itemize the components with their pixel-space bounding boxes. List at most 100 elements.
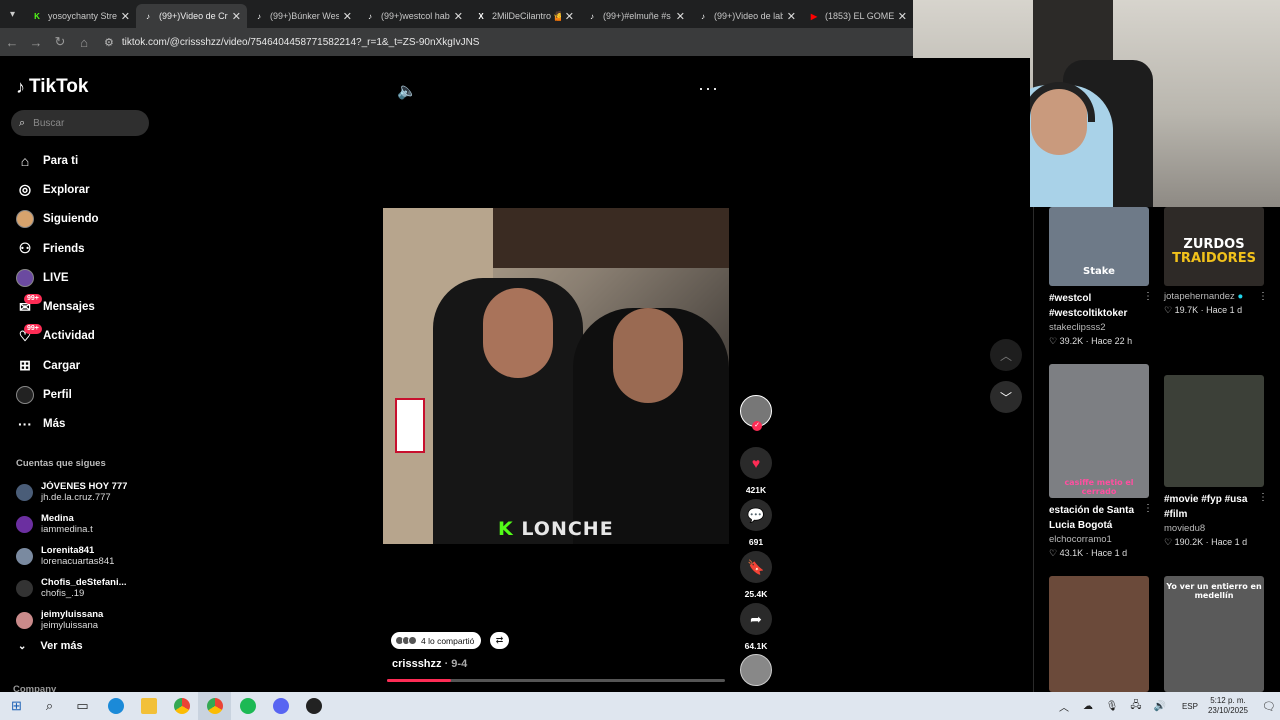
edge-icon[interactable]: [99, 692, 132, 720]
nav-item[interactable]: ✉ 99+ Mensajes: [16, 292, 156, 321]
task-view-icon[interactable]: ▭: [66, 692, 99, 720]
mic-icon[interactable]: 🎙: [1100, 701, 1124, 712]
obs-icon[interactable]: [297, 692, 330, 720]
shared-by-pill[interactable]: 4 lo compartió: [391, 632, 482, 649]
video-author[interactable]: stakeclipsss2: [1049, 321, 1157, 334]
discord-icon[interactable]: [264, 692, 297, 720]
next-video-button[interactable]: ﹀: [990, 381, 1022, 413]
nav-item[interactable]: LIVE: [16, 263, 156, 292]
browser-tab[interactable]: X 2MilDeCilantro 🤷 ✕: [469, 4, 580, 28]
card-more-icon[interactable]: ⋮: [1143, 291, 1153, 302]
video-card[interactable]: Yo ver un entierro en medellín: [1164, 576, 1272, 692]
nav-item[interactable]: ⚇ Friends: [16, 234, 156, 263]
previous-video-button[interactable]: ︿: [990, 339, 1022, 371]
browser-tab[interactable]: ♪ (99+)Búnker West ✕: [247, 4, 358, 28]
follow-check-icon[interactable]: ✓: [752, 421, 762, 431]
video-caption[interactable]: estación de Santa Lucia Bogotá: [1049, 503, 1149, 533]
video-caption[interactable]: #movie #fyp #usa #film: [1164, 492, 1264, 522]
video-card[interactable]: Stake #westcol #westcoltiktoker ⋮ stakeclip…: [1049, 207, 1157, 348]
video-card[interactable]: [1049, 576, 1157, 692]
followed-account[interactable]: jeimyluissana jeimyluissana: [16, 604, 156, 636]
nav-item[interactable]: ⌂ Para ti: [16, 146, 156, 175]
card-more-icon[interactable]: ⋮: [1258, 291, 1268, 302]
network-icon[interactable]: 🖧: [1124, 698, 1148, 715]
browser-tab[interactable]: ♪ (99+)#elmuñe #s ✕: [580, 4, 691, 28]
video-card[interactable]: #movie #fyp #usa #film ⋮ moviedu8 ♡ 190.2K …: [1164, 375, 1272, 549]
nav-item[interactable]: Perfil: [16, 380, 156, 409]
card-more-icon[interactable]: ⋮: [1143, 503, 1153, 514]
forward-icon[interactable]: →: [24, 35, 48, 50]
reload-icon[interactable]: ↻: [48, 34, 72, 50]
video-card[interactable]: casiffe metio el cerrado estación de Sant…: [1049, 364, 1157, 560]
close-tab-icon[interactable]: ✕: [565, 10, 574, 23]
video-author[interactable]: jotapehernandez ●: [1164, 290, 1272, 303]
browser-tab[interactable]: ♪ (99+)westcol hab ✕: [358, 4, 469, 28]
video-thumbnail[interactable]: [1164, 375, 1264, 487]
video-frame[interactable]: K LONCHE: [383, 208, 729, 544]
site-info-icon[interactable]: ⚙: [104, 36, 114, 49]
taskbar-search-icon[interactable]: ⌕: [33, 692, 66, 720]
followed-account[interactable]: Lorenita841 lorenacuartas841: [16, 540, 156, 572]
video-thumbnail[interactable]: Stake: [1049, 207, 1149, 286]
windows-start-icon[interactable]: ⊞: [0, 692, 33, 720]
close-tab-icon[interactable]: ✕: [343, 10, 352, 23]
video-caption[interactable]: #westcol #westcoltiktoker: [1049, 291, 1149, 321]
browser-tab[interactable]: ▶ (1853) EL GOMEZ ✕: [802, 4, 913, 28]
video-card[interactable]: ZURDOS TRAIDORES ⋮ jotapehernandez ● ♡ 19.7K…: [1164, 207, 1272, 317]
video-author[interactable]: moviedu8: [1164, 522, 1272, 535]
back-icon[interactable]: ←: [0, 35, 24, 50]
video-thumbnail[interactable]: ZURDOS TRAIDORES: [1164, 207, 1264, 286]
tray-overflow-icon[interactable]: ︿: [1052, 699, 1076, 714]
nav-item[interactable]: ··· Más: [16, 410, 156, 439]
home-icon[interactable]: ⌂: [72, 35, 96, 50]
video-thumbnail[interactable]: Yo ver un entierro en medellín: [1164, 576, 1264, 692]
spotify-icon[interactable]: [231, 692, 264, 720]
file-explorer-icon[interactable]: [132, 692, 165, 720]
close-tab-icon[interactable]: ✕: [121, 10, 130, 23]
nav-item-label: Siguiendo: [43, 213, 99, 226]
nav-item[interactable]: ◎ Explorar: [16, 175, 156, 204]
browser-tab[interactable]: ♪ (99+)Video de lab ✕: [691, 4, 802, 28]
creator-avatar[interactable]: ✓: [740, 395, 772, 431]
video-progress-bar[interactable]: [387, 679, 725, 682]
notifications-icon[interactable]: 🗨: [1258, 700, 1280, 713]
close-tab-icon[interactable]: ✕: [787, 10, 796, 23]
close-tab-icon[interactable]: ✕: [676, 10, 685, 23]
share-button[interactable]: ➦ 64.1K: [738, 603, 774, 651]
video-author[interactable]: elchocorramo1: [1049, 533, 1157, 546]
more-options-icon[interactable]: ···: [698, 78, 719, 99]
close-tab-icon[interactable]: ✕: [898, 10, 907, 23]
card-more-icon[interactable]: ⋮: [1258, 492, 1268, 503]
close-tab-icon[interactable]: ✕: [232, 10, 241, 23]
followed-account[interactable]: JÓVENES HOY 777 jh.de.la.cruz.777: [16, 476, 156, 508]
speaker-icon[interactable]: 🔊: [1148, 701, 1172, 712]
language-indicator[interactable]: ESP: [1182, 702, 1198, 711]
avatar: [16, 483, 33, 501]
onedrive-icon[interactable]: ☁: [1076, 701, 1100, 712]
followed-account[interactable]: Chofis_deStefani... chofis_.19: [16, 572, 156, 604]
author-line[interactable]: crissshzz · 9-4: [392, 658, 467, 670]
video-thumbnail[interactable]: [1049, 576, 1149, 692]
comment-button[interactable]: 💬 691: [738, 499, 774, 547]
search-input[interactable]: ⌕ Buscar: [11, 110, 149, 136]
clock[interactable]: 5:12 p. m. 23/10/2025: [1208, 696, 1248, 716]
nav-item[interactable]: ♡ 99+ Actividad: [16, 322, 156, 351]
tiktok-logo[interactable]: ♪ TikTok: [16, 76, 88, 98]
followed-account[interactable]: Medina iammedina.t: [16, 508, 156, 540]
nav-item[interactable]: ⊞ Cargar: [16, 351, 156, 380]
save-button[interactable]: 🔖 25.4K: [738, 551, 774, 599]
chrome-profile-icon[interactable]: [198, 692, 231, 720]
video-thumbnail[interactable]: casiffe metio el cerrado: [1049, 364, 1149, 498]
see-more-button[interactable]: ⌄ Ver más: [18, 640, 83, 652]
browser-tab[interactable]: K yosoychanty Strea ✕: [25, 4, 136, 28]
tab-search-icon[interactable]: ▾: [0, 0, 25, 28]
sound-avatar[interactable]: [740, 654, 772, 686]
url-field[interactable]: ⚙ tiktok.com/@crissshzz/video/7546404458…: [104, 36, 479, 49]
volume-icon[interactable]: 🔈: [397, 81, 417, 101]
nav-item[interactable]: Siguiendo: [16, 205, 156, 234]
repost-icon[interactable]: ⇄: [490, 632, 509, 649]
close-tab-icon[interactable]: ✕: [454, 10, 463, 23]
browser-tab[interactable]: ♪ (99+)Video de Cri ✕: [136, 4, 247, 28]
like-button[interactable]: ♥ 421K: [738, 447, 774, 495]
chrome-icon[interactable]: [165, 692, 198, 720]
